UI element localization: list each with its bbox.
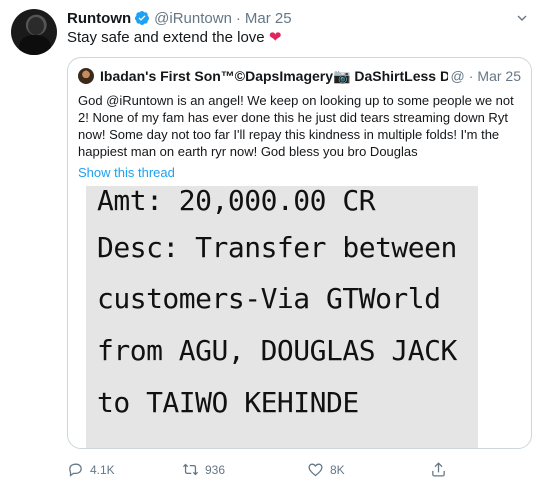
reply-count: 4.1K (90, 462, 115, 477)
reply-icon (69, 463, 82, 477)
quoted-author-name: Ibadan's First Son™©DapsImagery📷 DaShirt… (100, 67, 448, 84)
like-count: 8K (330, 462, 345, 477)
tweet-text: Stay safe and extend the love ❤ (67, 28, 281, 47)
action-bar: 4.1K 936 8K (67, 461, 467, 481)
quoted-tweet[interactable]: Ibadan's First Son™©DapsImagery📷 DaShirt… (67, 57, 532, 449)
quoted-tweet-text: God @iRuntown is an angel! We keep on lo… (78, 93, 514, 159)
avatar-head (28, 17, 44, 35)
retweet-icon (182, 463, 199, 476)
user-avatar[interactable] (11, 9, 57, 55)
share-button[interactable] (430, 461, 453, 478)
heart-emoji: ❤ (268, 29, 282, 46)
header-separator: · (235, 9, 241, 27)
tweet[interactable]: Runtown @iRuntown · Mar 25 Stay safe and… (0, 0, 542, 490)
author-name[interactable]: Runtown (67, 10, 131, 27)
retweet-button[interactable]: 936 (182, 461, 225, 478)
show-thread-link[interactable]: Show this thread (78, 165, 175, 180)
receipt-line: to TAIWO KEHINDE (97, 386, 359, 419)
chevron-down-icon[interactable] (514, 10, 530, 26)
quoted-tweet-header: Ibadan's First Son™©DapsImagery📷 DaShirt… (78, 67, 521, 85)
receipt-image[interactable]: Amt: 20,000.00 CR Desc: Transfer between… (86, 186, 478, 448)
like-icon (308, 463, 323, 477)
tweet-timestamp[interactable]: Mar 25 (245, 10, 292, 27)
retweet-count: 936 (205, 462, 226, 477)
quoted-user-avatar (78, 68, 94, 84)
tweet-text-content: Stay safe and extend the love (67, 29, 265, 46)
tweet-header: Runtown @iRuntown · Mar 25 (67, 9, 292, 27)
author-handle[interactable]: @iRuntown (154, 10, 232, 27)
reply-button[interactable]: 4.1K (67, 461, 115, 478)
like-button[interactable]: 8K (307, 461, 345, 478)
quoted-header-separator: · (468, 68, 474, 84)
verified-badge-icon (135, 11, 150, 25)
receipt-line: Desc: Transfer between (97, 231, 457, 264)
quoted-timestamp: Mar 25 (477, 68, 521, 84)
share-icon (432, 462, 445, 477)
receipt-line: customers-Via GTWorld (97, 282, 441, 315)
receipt-line: Amt: 20,000.00 CR (97, 186, 376, 217)
receipt-line: from AGU, DOUGLAS JACK (97, 334, 457, 367)
avatar-body (19, 35, 51, 55)
quoted-author-handle: @ (450, 68, 465, 84)
